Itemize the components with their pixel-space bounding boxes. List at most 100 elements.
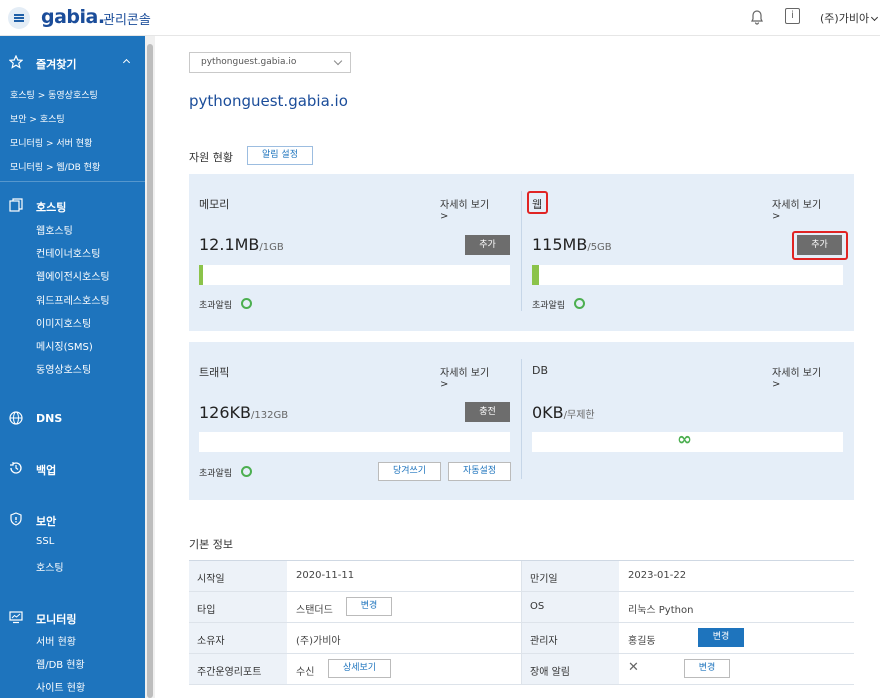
failure-alert-label: 장애 알림 <box>521 654 619 684</box>
memory-detail-link[interactable]: 자세히 보기 > <box>440 196 499 222</box>
alert-settings-button[interactable]: 알림 설정 <box>247 146 313 165</box>
pull-button[interactable]: 당겨쓰기 <box>378 462 441 481</box>
traffic-alert-label: 초과알림 <box>199 469 233 479</box>
web-add-highlight <box>792 231 848 260</box>
admin-label: 관리자 <box>521 623 619 653</box>
sidebar-section-monitoring[interactable]: 모니터링 <box>0 608 145 628</box>
chevron-up-icon <box>122 58 131 67</box>
web-detail-link[interactable]: 자세히 보기 > <box>772 196 832 222</box>
traffic-usage-bar <box>199 432 510 452</box>
alert-status-icon <box>241 298 252 309</box>
type-label: 타입 <box>189 592 287 622</box>
db-value: 0KB/무제한 <box>532 403 595 422</box>
page-title: pythonguest.gabia.io <box>189 92 348 110</box>
user-name: (주)가비아 <box>820 12 870 25</box>
sidebar-item-sms[interactable]: 메시징(SMS) <box>36 338 93 353</box>
memory-title: 메모리 <box>199 198 230 211</box>
sidebar-section-label: 호스팅 <box>36 201 67 214</box>
web-title-highlight <box>527 191 548 214</box>
memory-add-button[interactable]: 추가 <box>465 235 510 255</box>
sidebar-item-video-hosting[interactable]: 동영상호스팅 <box>36 361 91 376</box>
domain-select-value: pythonguest.gabia.io <box>201 57 297 67</box>
sidebar-item-server-status[interactable]: 서버 현황 <box>36 633 76 648</box>
hosting-icon <box>9 198 23 212</box>
web-usage-bar <box>532 265 843 285</box>
domain-select[interactable]: pythonguest.gabia.io <box>189 52 351 73</box>
web-unit: /5GB <box>587 242 612 253</box>
favorite-item[interactable]: 모니터링 > 서버 현황 <box>10 136 92 149</box>
sidebar-item-web-agency-hosting[interactable]: 웹에이전시호스팅 <box>36 268 110 283</box>
failure-alert-change-button[interactable]: 변경 <box>684 659 730 678</box>
db-detail-link[interactable]: 자세히 보기 > <box>772 364 832 390</box>
weekly-report-label: 주간운영리포트 <box>189 654 287 684</box>
resources-label: 자원 현황 <box>189 151 233 164</box>
db-card: DB 자세히 보기 > 0KB/무제한 ∞ <box>522 342 843 500</box>
sidebar-divider <box>0 181 145 182</box>
auto-setting-button[interactable]: 자동설정 <box>448 462 511 481</box>
sidebar-section-label: 백업 <box>36 464 57 477</box>
alert-status-icon <box>574 298 585 309</box>
start-date-label: 시작일 <box>189 561 287 591</box>
sidebar-section-hosting[interactable]: 호스팅 <box>0 196 145 216</box>
sidebar-section-label: DNS <box>36 412 63 425</box>
owner-value: (주)가비아 <box>296 636 341 647</box>
os-label: OS <box>521 592 619 622</box>
traffic-title: 트래픽 <box>199 366 230 379</box>
sidebar-section-security[interactable]: 보안 <box>0 510 145 530</box>
sidebar-section-backup[interactable]: 백업 <box>0 459 145 479</box>
traffic-unit: /132GB <box>251 410 289 421</box>
close-icon: ✕ <box>628 660 639 675</box>
memory-usage-fill <box>199 265 203 285</box>
bell-icon[interactable] <box>749 9 765 25</box>
sidebar: 즐겨찾기 호스팅 > 동영상호스팅 보안 > 호스팅 모니터링 > 서버 현황 … <box>0 36 145 698</box>
sidebar-item-ssl[interactable]: SSL <box>36 536 54 547</box>
info-icon[interactable]: i <box>785 8 800 24</box>
memory-amount: 12.1MB <box>199 235 260 254</box>
web-alert-label: 초과알림 <box>532 301 566 311</box>
sidebar-item-wordpress-hosting[interactable]: 워드프레스호스팅 <box>36 292 110 307</box>
admin-value: 홍길동 <box>628 636 656 647</box>
user-menu[interactable]: (주)가비아 <box>820 10 879 26</box>
sidebar-item-image-hosting[interactable]: 이미지호스팅 <box>36 315 91 330</box>
web-card: 웹 자세히 보기 > 115MB/5GB 추가 초과알림 <box>522 174 848 331</box>
infinity-icon: ∞ <box>677 429 692 450</box>
favorite-item[interactable]: 모니터링 > 웹/DB 현황 <box>10 160 100 173</box>
traffic-detail-link[interactable]: 자세히 보기 > <box>440 364 499 390</box>
sidebar-item-security-hosting[interactable]: 호스팅 <box>36 559 64 574</box>
gabia-logo[interactable]: gabia. <box>41 6 105 28</box>
expire-date-value: 2023-01-22 <box>628 570 687 581</box>
report-detail-button[interactable]: 상세보기 <box>328 659 391 678</box>
table-row: 시작일 2020-11-11 만기일 2023-01-22 <box>189 561 854 592</box>
console-label: 관리콘솔 <box>103 13 151 28</box>
owner-label: 소유자 <box>189 623 287 653</box>
sidebar-section-favorites[interactable]: 즐겨찾기 <box>0 53 145 73</box>
scrollbar-thumb[interactable] <box>147 44 153 698</box>
resource-panel-top: 메모리 자세히 보기 > 12.1MB/1GB 추가 초과알림 웹 자세히 보기… <box>189 174 854 331</box>
admin-change-button[interactable]: 변경 <box>698 628 744 647</box>
sidebar-section-dns[interactable]: DNS <box>0 409 145 429</box>
sidebar-scrollbar[interactable] <box>145 36 155 698</box>
table-row: 타입 스탠더드 변경 OS 리눅스 Python <box>189 592 854 623</box>
sidebar-item-web-db-status[interactable]: 웹/DB 현황 <box>36 656 85 671</box>
web-amount: 115MB <box>532 235 588 254</box>
sidebar-item-site-status[interactable]: 사이트 현황 <box>36 679 85 694</box>
sidebar-item-web-hosting[interactable]: 웹호스팅 <box>36 222 73 237</box>
chevron-down-icon <box>871 13 879 22</box>
backup-icon <box>10 462 22 474</box>
weekly-report-value: 수신 <box>296 667 315 678</box>
menu-icon[interactable] <box>8 7 30 29</box>
sidebar-item-container-hosting[interactable]: 컨테이너호스팅 <box>36 245 100 260</box>
sidebar-section-label: 보안 <box>36 515 57 528</box>
memory-value: 12.1MB/1GB <box>199 235 284 254</box>
favorite-item[interactable]: 보안 > 호스팅 <box>10 112 65 125</box>
db-title: DB <box>532 364 549 377</box>
type-change-button[interactable]: 변경 <box>346 597 392 616</box>
web-value: 115MB/5GB <box>532 235 612 254</box>
db-usage-bar: ∞ <box>532 429 843 452</box>
start-date-value: 2020-11-11 <box>296 570 355 581</box>
traffic-charge-button[interactable]: 충전 <box>465 402 510 422</box>
favorite-item[interactable]: 호스팅 > 동영상호스팅 <box>10 88 98 101</box>
shield-icon <box>10 512 22 526</box>
type-value: 스탠더드 <box>296 605 333 616</box>
os-value: 리눅스 Python <box>628 605 694 616</box>
